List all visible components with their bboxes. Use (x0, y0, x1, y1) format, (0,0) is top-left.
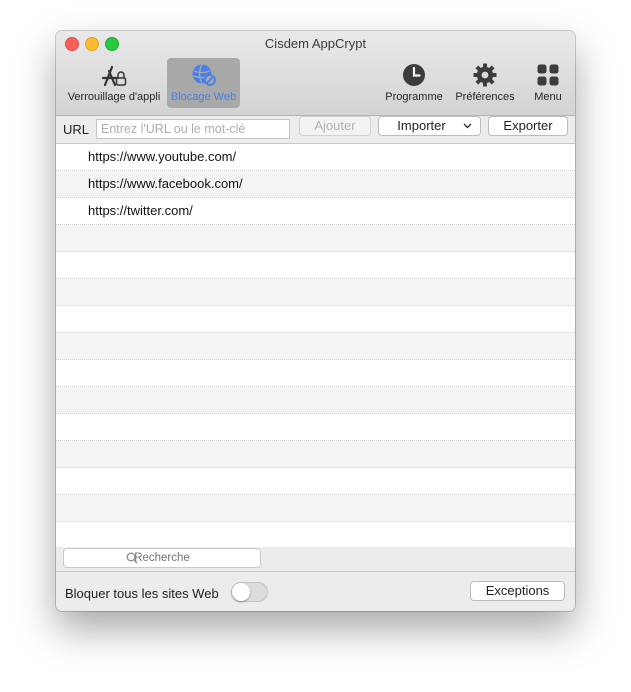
clock-icon (403, 64, 425, 86)
tab-web-block-label: Blocage Web (170, 91, 237, 103)
gear-icon (473, 63, 497, 87)
tab-app-lock-label: Verrouillage d'appli (67, 91, 161, 103)
block-all-toggle[interactable] (231, 582, 268, 602)
list-item-empty (56, 279, 575, 306)
tab-schedule[interactable]: Programme (382, 58, 446, 108)
list-item-empty (56, 441, 575, 468)
import-label: Importer (397, 118, 446, 133)
list-item-empty (56, 225, 575, 252)
export-button[interactable]: Exporter (488, 116, 568, 136)
url-label: URL (63, 122, 90, 137)
tab-menu-label: Menu (534, 91, 562, 103)
list-item[interactable]: https://www.facebook.com/ (56, 171, 575, 198)
globe-block-icon (192, 64, 216, 86)
list-item-empty (56, 468, 575, 495)
list-item-empty (56, 333, 575, 360)
list-item-empty (56, 252, 575, 279)
app-lock-icon (101, 65, 127, 87)
window-title: Cisdem AppCrypt (264, 36, 367, 51)
list-item-empty (56, 495, 575, 522)
search-icon (126, 552, 138, 564)
blocked-url-list: https://www.youtube.com/ https://www.fac… (56, 144, 575, 547)
import-dropdown[interactable]: Importer (378, 116, 481, 136)
url-input[interactable] (96, 119, 290, 139)
list-item[interactable]: https://twitter.com/ (56, 198, 575, 225)
exceptions-button[interactable]: Exceptions (470, 581, 565, 601)
tab-web-block[interactable]: Blocage Web (167, 58, 240, 108)
list-item-empty (56, 414, 575, 441)
tab-app-lock[interactable]: Verrouillage d'appli (62, 58, 166, 108)
tab-schedule-label: Programme (385, 91, 443, 103)
list-item-empty (56, 522, 575, 547)
toggle-knob (232, 583, 250, 601)
block-all-label: Bloquer tous les sites Web (65, 586, 219, 601)
list-item-empty (56, 306, 575, 333)
tab-menu[interactable]: Menu (526, 58, 570, 108)
grid-menu-icon (537, 64, 559, 86)
add-button[interactable]: Ajouter (299, 116, 371, 136)
list-item-empty (56, 387, 575, 414)
title-bar: Cisdem AppCrypt Verrouillage d'appli Blo… (56, 31, 575, 116)
app-window: Cisdem AppCrypt Verrouillage d'appli Blo… (56, 31, 575, 611)
list-item[interactable]: https://www.youtube.com/ (56, 144, 575, 171)
tab-preferences-label: Préférences (455, 91, 515, 103)
tab-preferences[interactable]: Préférences (452, 58, 518, 108)
bottom-bar: Bloquer tous les sites Web Exceptions (56, 571, 575, 611)
search-input[interactable] (63, 548, 261, 568)
chevron-down-icon (463, 123, 472, 129)
list-item-empty (56, 360, 575, 387)
url-bar: URL Ajouter Importer Exporter (56, 116, 575, 144)
